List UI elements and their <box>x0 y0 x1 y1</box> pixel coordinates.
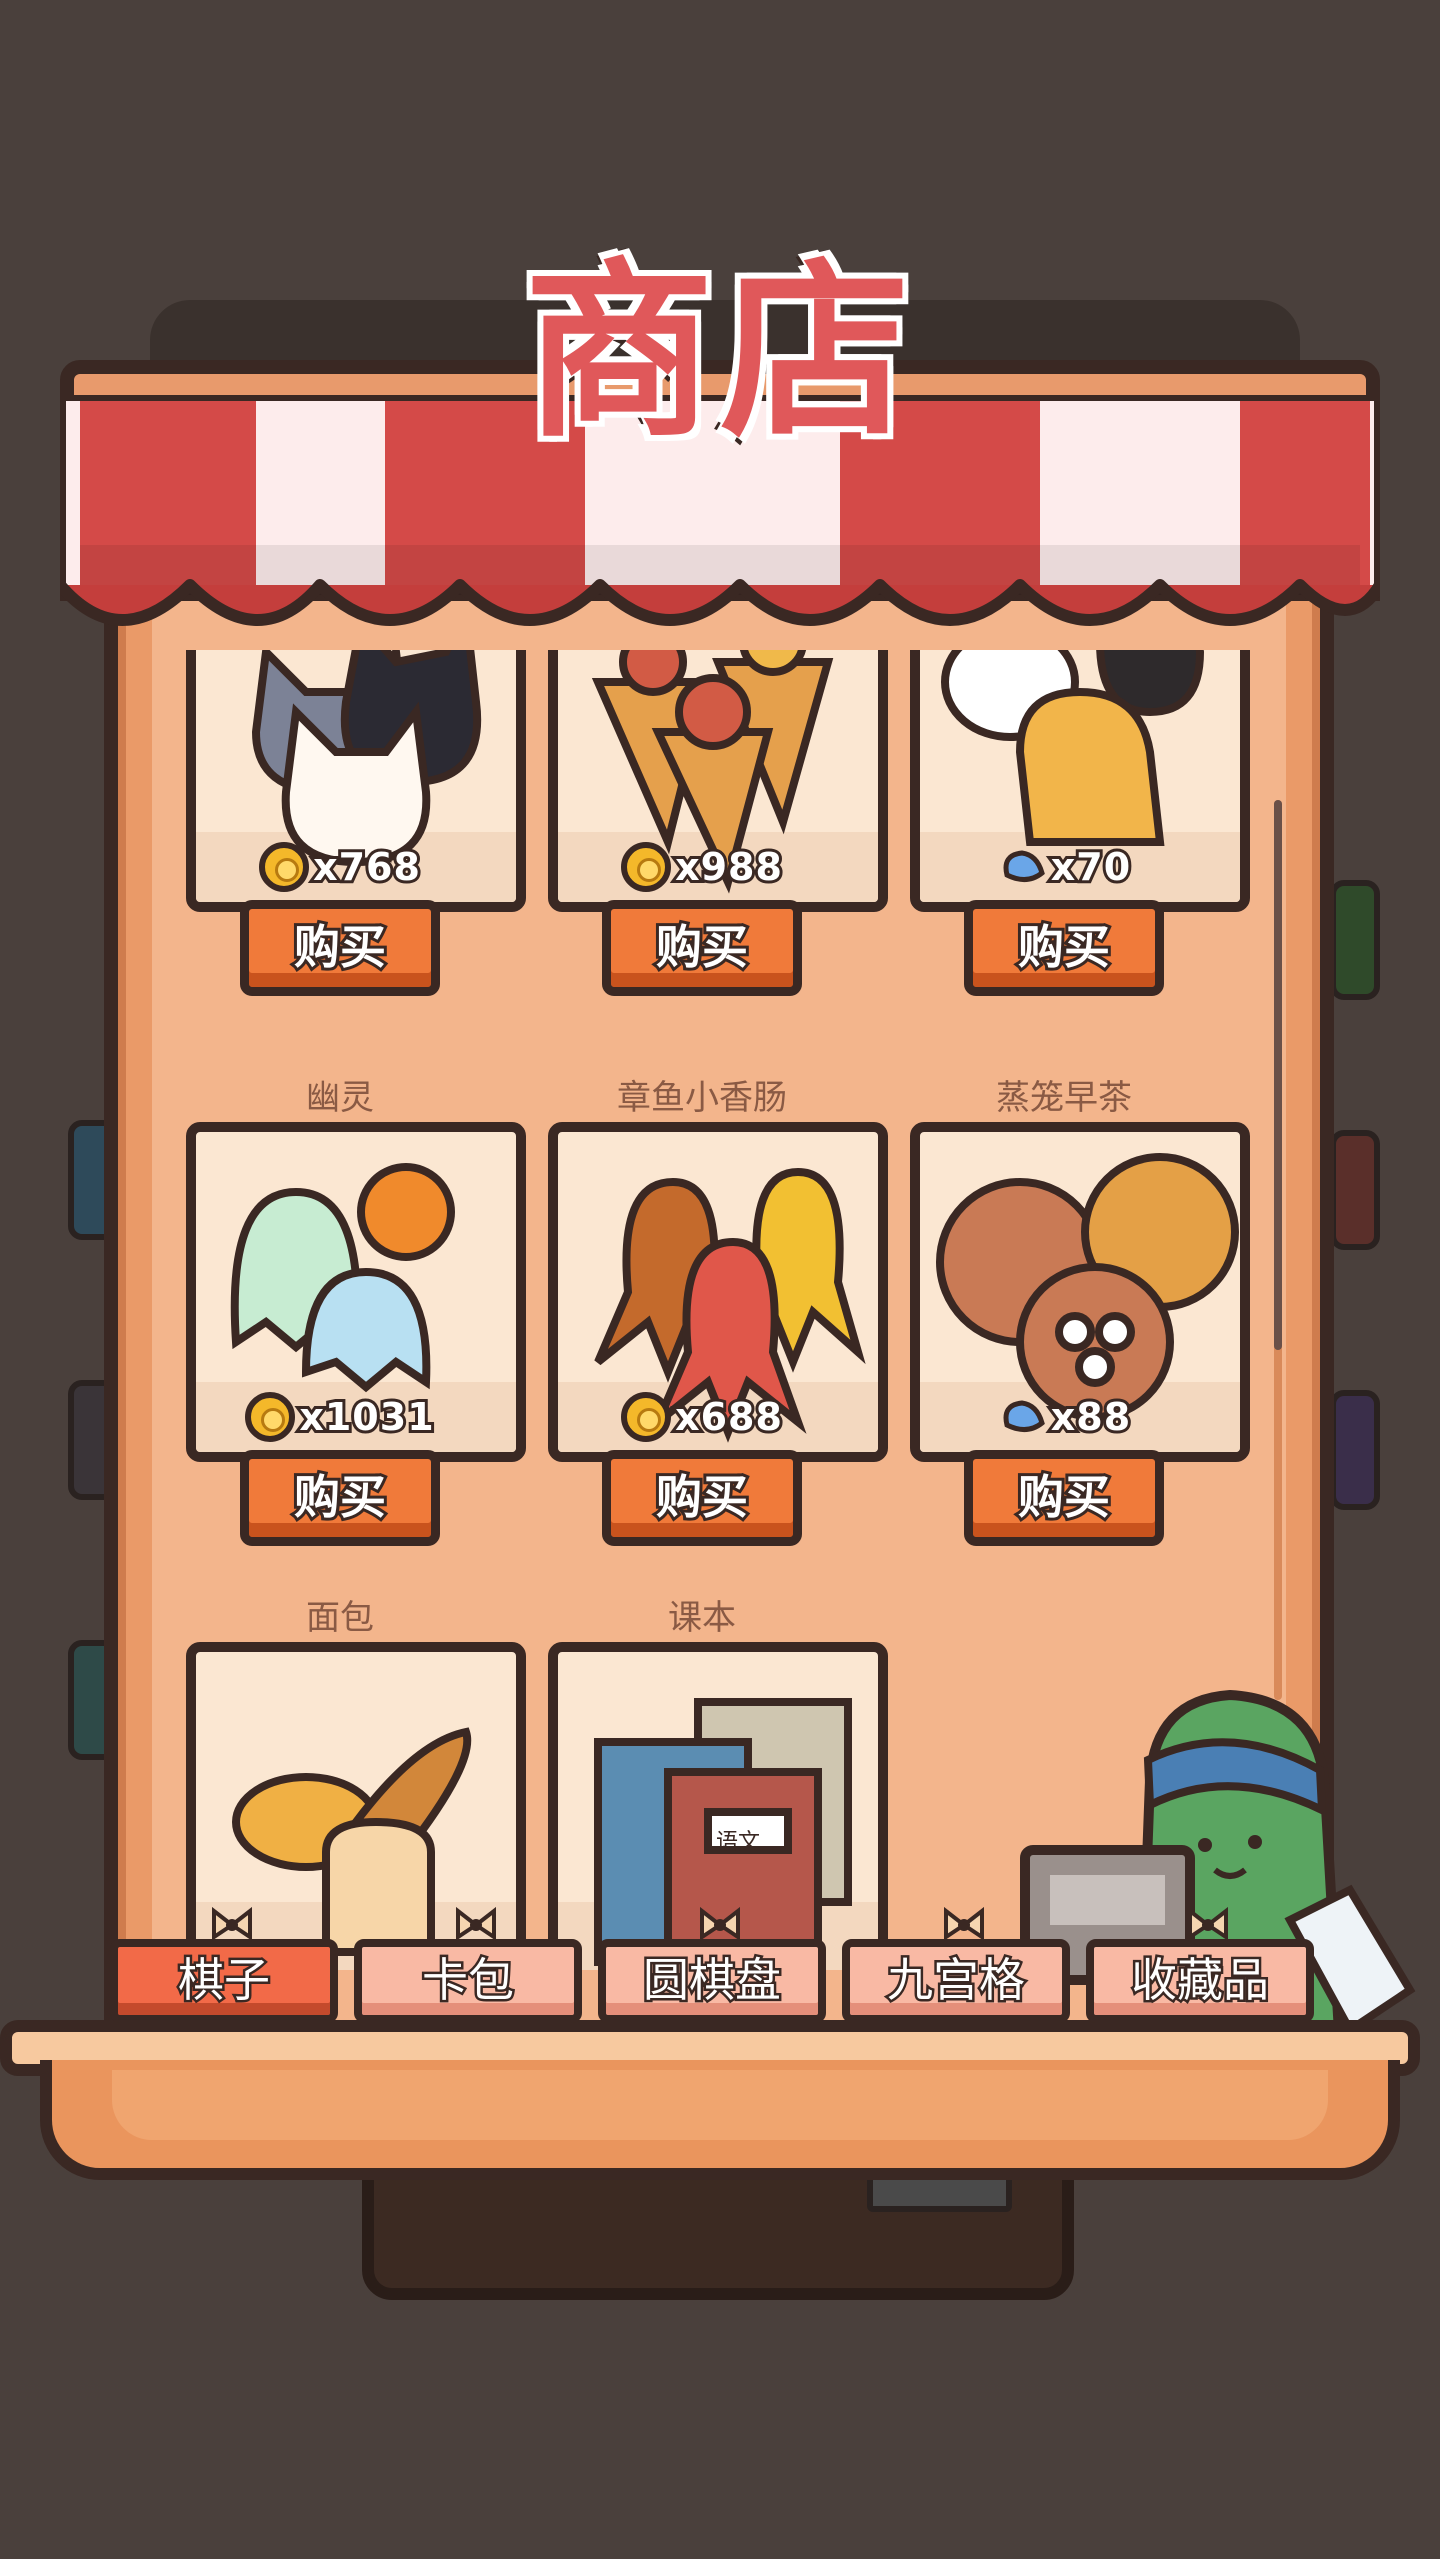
price-amount: x988 <box>672 842 785 892</box>
category-tabs: 棋子 卡包 圆棋盘 九宫格 收藏品 <box>110 1907 1330 2025</box>
bow-icon <box>1188 1907 1228 1941</box>
buy-button-label: 购买 <box>1015 917 1113 977</box>
coin-icon <box>621 1392 672 1442</box>
item-price: x88 <box>894 1390 1234 1444</box>
item-price: x988 <box>532 840 872 894</box>
bow-icon <box>700 1907 740 1941</box>
tab-label: 圆棋盘 <box>641 1951 784 2010</box>
bow-icon <box>456 1907 496 1941</box>
bow-icon <box>944 1907 984 1941</box>
shop-title: 商店 <box>500 215 940 468</box>
price-amount: x688 <box>672 1392 785 1442</box>
coin-icon <box>245 1392 296 1442</box>
item-name: 幽灵 <box>306 1078 374 1118</box>
shop-item[interactable]: x988 购买 <box>532 650 888 996</box>
tab-2[interactable]: 圆棋盘 <box>598 1907 826 2023</box>
shop-item[interactable]: x70 购买 <box>894 650 1250 996</box>
item-price: x1031 <box>170 1390 510 1444</box>
gem-icon <box>997 845 1047 889</box>
buy-button[interactable]: 购买 <box>240 1450 440 1546</box>
shop-item[interactable]: 幽灵 x1031 购买 <box>170 1070 526 1546</box>
item-price: x70 <box>894 840 1234 894</box>
shop-item[interactable]: 蒸笼早茶 x88 购买 <box>894 1070 1250 1546</box>
item-name: 章鱼小香肠 <box>617 1078 787 1118</box>
buy-button[interactable]: 购买 <box>602 1450 802 1546</box>
item-name: 蒸笼早茶 <box>996 1078 1132 1118</box>
bow-icon <box>212 1907 252 1941</box>
buy-button[interactable]: 购买 <box>602 900 802 996</box>
tab-0[interactable]: 棋子 <box>110 1907 338 2023</box>
scrollbar-thumb[interactable] <box>1274 800 1282 1350</box>
shop-item[interactable]: 章鱼小香肠 x688 购买 <box>532 1070 888 1546</box>
price-amount: x70 <box>1048 842 1133 892</box>
shop-item[interactable]: x768 购买 <box>170 650 526 996</box>
coin-icon <box>621 842 672 892</box>
buy-button-label: 购买 <box>291 1467 389 1527</box>
gem-icon <box>997 1395 1047 1439</box>
shop-left-rail <box>118 590 152 2116</box>
background-side-button <box>1330 880 1380 1000</box>
buy-button-label: 购买 <box>653 1467 751 1527</box>
buy-button-label: 购买 <box>1015 1467 1113 1527</box>
item-price: x768 <box>170 840 510 894</box>
background-side-button <box>1330 1390 1380 1510</box>
tab-1[interactable]: 卡包 <box>354 1907 582 2023</box>
tab-label: 收藏品 <box>1129 1951 1272 2010</box>
background-side-button <box>1330 1130 1380 1250</box>
tab-4[interactable]: 收藏品 <box>1086 1907 1314 2023</box>
book-cover-label: 语文 <box>716 1830 761 1855</box>
buy-button[interactable]: 购买 <box>964 900 1164 996</box>
price-amount: x1031 <box>296 1392 436 1442</box>
price-amount: x768 <box>310 842 423 892</box>
coin-icon <box>259 842 310 892</box>
tab-label: 九宫格 <box>885 1951 1028 2010</box>
shop-title-text: 商店 <box>519 235 916 468</box>
tab-3[interactable]: 九宫格 <box>842 1907 1070 2023</box>
buy-button[interactable]: 购买 <box>964 1450 1164 1546</box>
buy-button-label: 购买 <box>291 917 389 977</box>
item-price: x688 <box>532 1390 872 1444</box>
counter-front <box>40 2060 1400 2180</box>
buy-button-label: 购买 <box>653 917 751 977</box>
price-amount: x88 <box>1048 1392 1133 1442</box>
buy-button[interactable]: 购买 <box>240 900 440 996</box>
item-name: 课本 <box>668 1598 736 1638</box>
item-name: 面包 <box>306 1598 374 1638</box>
tab-label: 卡包 <box>420 1951 517 2010</box>
tab-label: 棋子 <box>176 1951 273 2010</box>
